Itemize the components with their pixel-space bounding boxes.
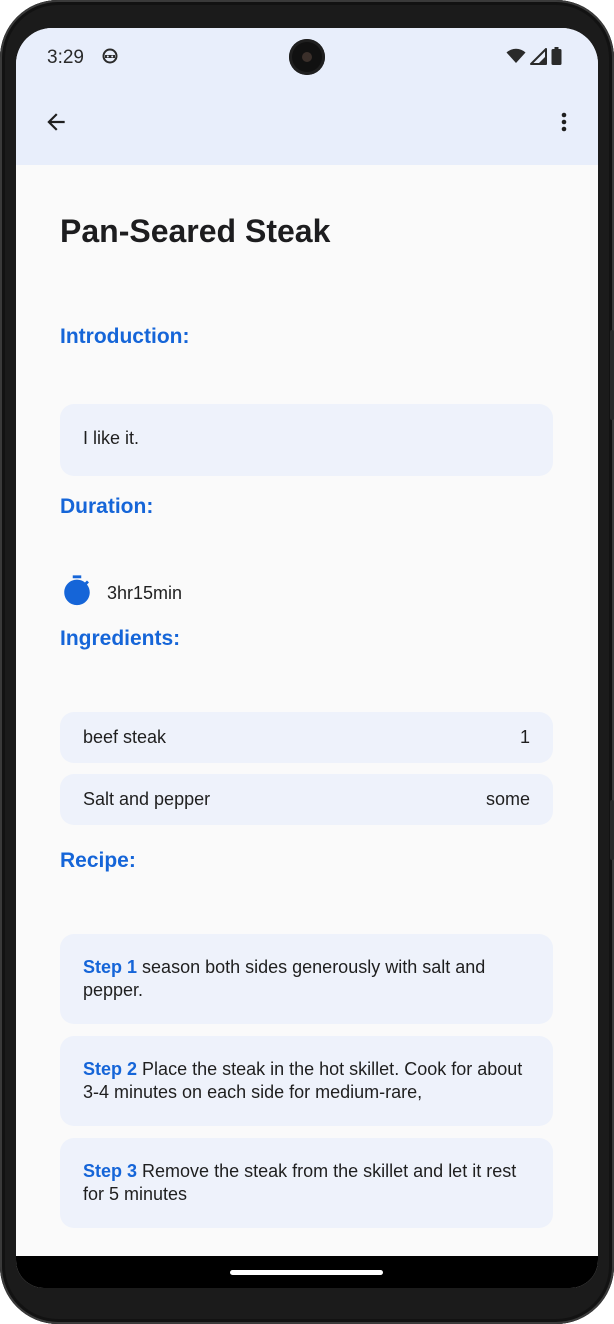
introduction-card: I like it. <box>60 404 553 476</box>
step-text: season both sides generously with salt a… <box>83 957 486 1000</box>
page-title: Pan-Seared Steak <box>60 213 331 249</box>
signal-icon <box>530 47 547 70</box>
status-time: 3:29 <box>47 47 84 68</box>
duration-value: 3hr15min <box>107 583 183 603</box>
more-vert-icon <box>552 110 576 139</box>
front-camera <box>289 39 325 75</box>
android-robot-icon <box>102 48 118 64</box>
ingredient-name: beef steak <box>83 727 167 747</box>
step-text: Place the steak in the hot skillet. Cook… <box>83 1059 523 1102</box>
ingredient-row: beef steak 1 <box>60 712 553 763</box>
home-gesture-handle[interactable] <box>230 1270 383 1275</box>
step-label: Step 2 <box>83 1059 138 1079</box>
step-card: Step 3 Remove the steak from the skillet… <box>60 1138 553 1228</box>
ingredients-heading: Ingredients: <box>60 627 181 650</box>
wifi-icon <box>506 48 526 69</box>
more-options-button[interactable] <box>544 104 584 144</box>
ingredient-amount: some <box>485 789 530 809</box>
arrow-back-icon <box>43 109 69 140</box>
step-card: Step 1 season both sides generously with… <box>60 934 553 1024</box>
duration-row: 3hr15min <box>60 574 182 613</box>
step-label: Step 1 <box>83 957 138 977</box>
introduction-text: I like it. <box>83 428 140 448</box>
battery-icon <box>551 47 562 70</box>
navigation-bar <box>16 1256 598 1288</box>
power-button <box>610 800 614 860</box>
step-text: Remove the steak from the skillet and le… <box>83 1161 517 1204</box>
ingredient-row: Salt and pepper some <box>60 774 553 825</box>
system-icons <box>506 47 562 70</box>
status-bar: 3:29 <box>16 28 598 90</box>
introduction-heading: Introduction: <box>60 325 190 348</box>
recipe-heading: Recipe: <box>60 849 136 872</box>
back-button[interactable] <box>36 104 76 144</box>
app-bar <box>16 90 598 165</box>
ingredient-amount: 1 <box>519 727 530 747</box>
timer-icon <box>60 574 94 613</box>
step-card: Step 2 Place the steak in the hot skille… <box>60 1036 553 1126</box>
duration-heading: Duration: <box>60 495 154 518</box>
volume-button <box>610 330 614 420</box>
ingredient-name: Salt and pepper <box>83 789 211 809</box>
step-label: Step 3 <box>83 1161 138 1181</box>
screen: 3:29 Pan-Seared Steak Introduction: I li… <box>16 28 598 1288</box>
phone-frame: 3:29 Pan-Seared Steak Introduction: I li… <box>0 0 614 1324</box>
